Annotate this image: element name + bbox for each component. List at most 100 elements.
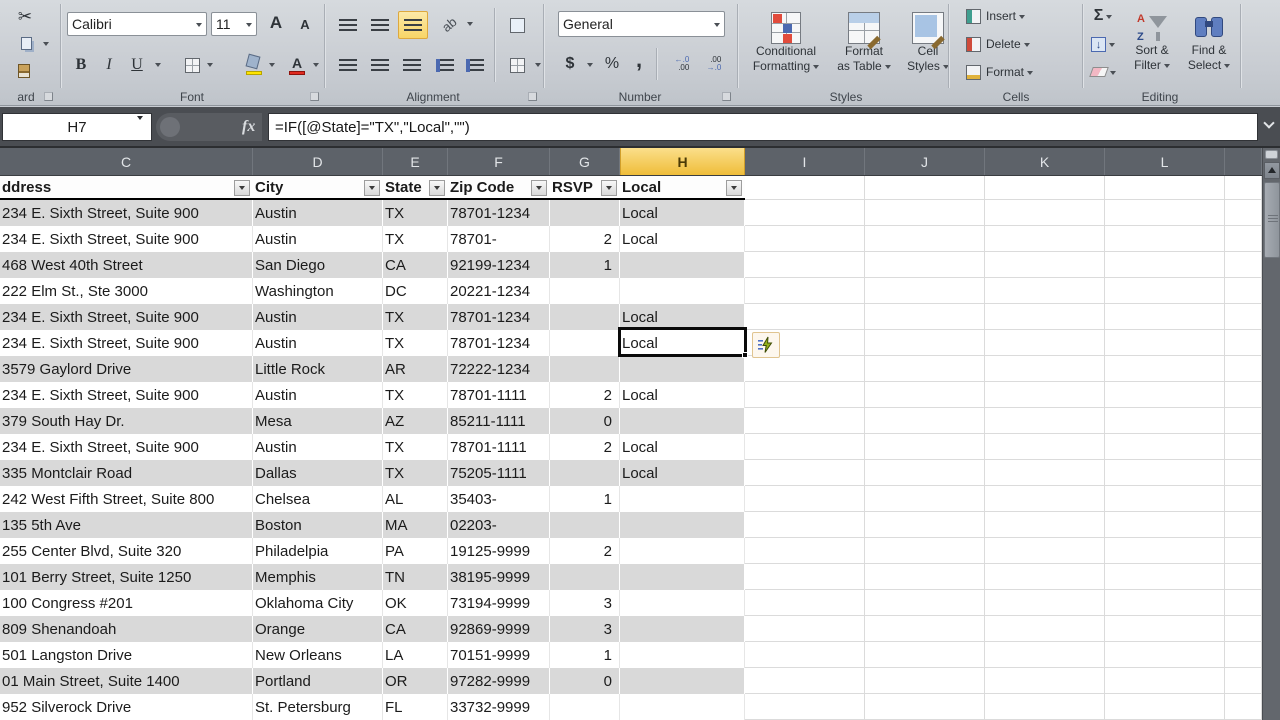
column-header-partial[interactable] [1225,148,1262,175]
empty-cell[interactable] [745,226,865,252]
cell-state[interactable]: DC [383,278,448,304]
vertical-scrollbar[interactable] [1262,148,1280,720]
empty-cell[interactable] [745,616,865,642]
fill-button[interactable]: ↓ [1086,34,1120,54]
empty-cell[interactable] [745,564,865,590]
empty-cell[interactable] [865,564,985,590]
cell-state[interactable]: LA [383,642,448,668]
cell-city[interactable]: St. Petersburg [253,694,383,720]
empty-cell[interactable] [1105,616,1225,642]
empty-cell[interactable] [745,304,865,330]
header-rsvp[interactable]: RSVP [550,176,620,200]
cell-rsvp[interactable]: 2 [550,226,620,252]
empty-cell[interactable] [1105,434,1225,460]
empty-cell[interactable] [1105,356,1225,382]
empty-cell[interactable] [1225,642,1262,668]
column-header-F[interactable]: F [448,148,550,175]
cell-city[interactable]: Austin [253,200,383,226]
column-header-K[interactable]: K [985,148,1105,175]
empty-cell[interactable] [865,226,985,252]
empty-cell[interactable] [865,356,985,382]
cell-city[interactable]: Memphis [253,564,383,590]
empty-cell[interactable] [865,590,985,616]
filter-button-rsvp[interactable] [601,180,617,196]
empty-cell[interactable] [1225,330,1262,356]
empty-cell[interactable] [1225,694,1262,720]
empty-cell[interactable] [1105,590,1225,616]
empty-cell[interactable] [985,408,1105,434]
cell-rsvp[interactable]: 1 [550,486,620,512]
cell-address[interactable]: 234 E. Sixth Street, Suite 900 [0,200,253,226]
empty-cell[interactable] [865,200,985,226]
cell-state[interactable]: AR [383,356,448,382]
column-header-G[interactable]: G [550,148,620,175]
alignment-dialog-launcher-icon[interactable] [528,92,537,101]
empty-cell[interactable] [985,512,1105,538]
cell-city[interactable]: Oklahoma City [253,590,383,616]
empty-cell[interactable] [1225,356,1262,382]
cell-state[interactable]: FL [383,694,448,720]
filter-button-city[interactable] [364,180,380,196]
column-header-L[interactable]: L [1105,148,1225,175]
cell-local[interactable]: Local [620,330,745,356]
empty-cell[interactable] [1225,590,1262,616]
cell-address[interactable]: 101 Berry Street, Suite 1250 [0,564,253,590]
cell-local[interactable] [620,616,745,642]
cell-zip[interactable]: 35403- [448,486,550,512]
column-header-I[interactable]: I [745,148,865,175]
empty-cell[interactable] [865,694,985,720]
empty-cell[interactable] [985,460,1105,486]
copy-button[interactable] [16,34,36,52]
empty-cell[interactable] [985,176,1105,200]
column-header-J[interactable]: J [865,148,985,175]
decrease-indent-button[interactable] [432,54,458,76]
empty-cell[interactable] [1225,486,1262,512]
empty-cell[interactable] [985,330,1105,356]
cell-local[interactable]: Local [620,460,745,486]
empty-cell[interactable] [745,642,865,668]
empty-cell[interactable] [745,486,865,512]
cell-local[interactable] [620,486,745,512]
empty-cell[interactable] [985,356,1105,382]
empty-cell[interactable] [1225,564,1262,590]
insert-function-button[interactable]: fx [242,118,255,136]
cell-address[interactable]: 234 E. Sixth Street, Suite 900 [0,382,253,408]
underline-dropdown[interactable] [155,63,161,70]
cell-state[interactable]: CA [383,252,448,278]
empty-cell[interactable] [1105,460,1225,486]
empty-cell[interactable] [865,460,985,486]
fill-color-dropdown[interactable] [269,63,275,70]
number-dialog-launcher-icon[interactable] [722,92,731,101]
empty-cell[interactable] [745,382,865,408]
cell-state[interactable]: TN [383,564,448,590]
header-state[interactable]: State [383,176,448,200]
cell-address[interactable]: 952 Silverock Drive [0,694,253,720]
header-local[interactable]: Local [620,176,745,200]
header-address[interactable]: ddress [0,176,253,200]
empty-cell[interactable] [865,252,985,278]
cell-rsvp[interactable] [550,694,620,720]
empty-cell[interactable] [745,512,865,538]
cell-address[interactable]: 255 Center Blvd, Suite 320 [0,538,253,564]
empty-cell[interactable] [985,486,1105,512]
align-middle-button[interactable] [368,14,392,36]
cell-state[interactable]: OR [383,668,448,694]
empty-cell[interactable] [1225,176,1262,200]
cell-rsvp[interactable]: 3 [550,590,620,616]
cell-local[interactable] [620,694,745,720]
align-center-button[interactable] [368,54,392,76]
align-top-button[interactable] [336,14,360,36]
cell-city[interactable]: Orange [253,616,383,642]
cell-rsvp[interactable] [550,278,620,304]
empty-cell[interactable] [985,382,1105,408]
cell-address[interactable]: 335 Montclair Road [0,460,253,486]
increase-indent-button[interactable] [462,54,488,76]
empty-cell[interactable] [1105,538,1225,564]
cell-local[interactable] [620,564,745,590]
cell-local[interactable] [620,590,745,616]
cell-address[interactable]: 234 E. Sixth Street, Suite 900 [0,226,253,252]
column-header-E[interactable]: E [383,148,448,175]
empty-cell[interactable] [985,434,1105,460]
empty-cell[interactable] [745,408,865,434]
autosum-button[interactable]: Σ [1086,6,1120,26]
